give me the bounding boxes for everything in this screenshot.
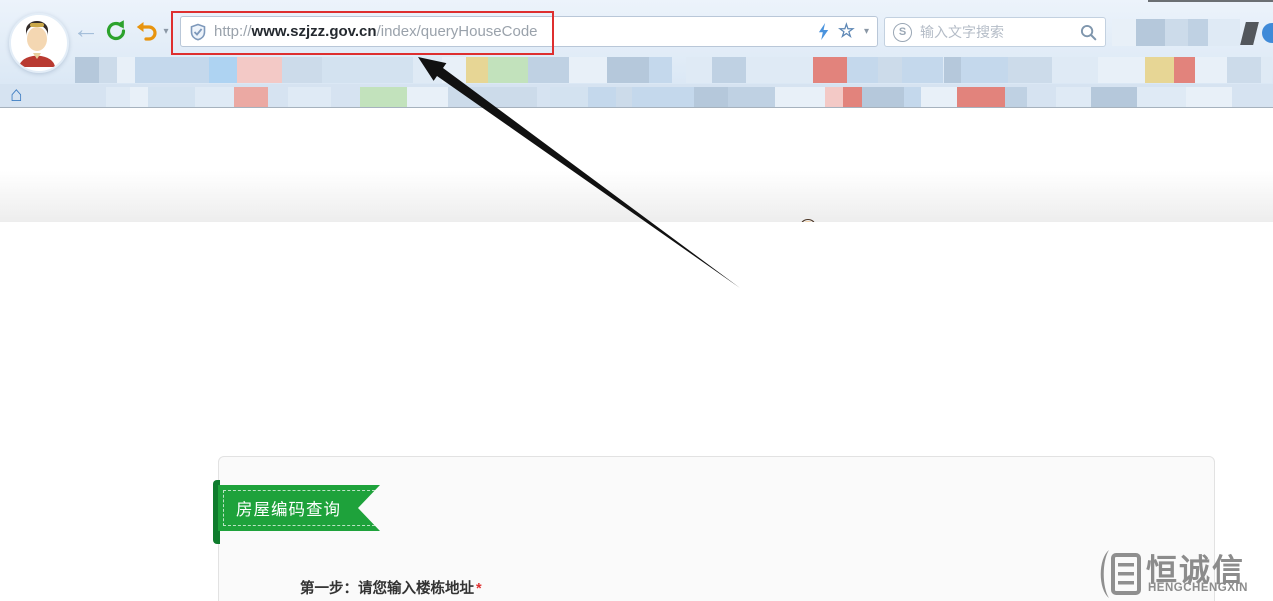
redacted-tabs-area (106, 87, 1246, 107)
chevron-down-icon[interactable]: ▾ (864, 26, 869, 37)
browser-toolbar: ← ▾ http://www.szjzz.gov.cn/index/queryH… (0, 0, 1273, 84)
search-engine-icon: S (893, 23, 912, 42)
search-icon[interactable] (1080, 24, 1097, 41)
toolbar-extension-icon[interactable] (1262, 23, 1273, 43)
page-content: 房屋编码查询 第一步：请您输入楼栋地址* 请选区域 ▼ ▼ 搜索楼栋 下一步 (0, 222, 1273, 601)
bookmark-star-icon[interactable]: ☆ (838, 22, 855, 41)
profile-avatar-icon (11, 15, 63, 67)
address-bar-actions: ☆ ▾ (815, 22, 869, 41)
step-label-text: 第一步：请您输入楼栋地址 (300, 581, 474, 597)
browser-search-box[interactable]: S 输入文字搜索 (884, 17, 1106, 47)
required-mark: * (476, 581, 482, 597)
lightning-icon[interactable] (815, 22, 829, 41)
site-header: 深圳市公安局｜深圳经济特区居住证服务平台 ShenZhen Municipal … (0, 108, 1273, 223)
background-window-edge (1148, 0, 1273, 2)
section-title: 房屋编码查询 (236, 496, 341, 520)
back-button[interactable]: ← (72, 15, 100, 43)
redacted-dark-block (1240, 22, 1259, 45)
refresh-button[interactable] (103, 18, 129, 44)
browser-profile-avatar[interactable] (9, 13, 69, 73)
watermark-text-en: HENGCHENGXIN (1148, 582, 1248, 594)
search-placeholder: 输入文字搜索 (920, 22, 1004, 42)
screenshot-root: ← ▾ http://www.szjzz.gov.cn/index/queryH… (0, 0, 1273, 601)
redacted-toolbar-area (1112, 19, 1240, 46)
undo-icon (136, 20, 158, 42)
hengchengxin-logo-icon (1096, 549, 1142, 599)
step-label: 第一步：请您输入楼栋地址* (300, 577, 482, 598)
home-icon[interactable]: ⌂ (10, 84, 23, 106)
chevron-down-icon: ▾ (163, 26, 168, 37)
refresh-icon (104, 19, 128, 43)
back-icon: ← (73, 16, 100, 43)
redacted-bookmarks-bar (75, 57, 1272, 83)
url-highlight-box (171, 11, 554, 55)
undo-button[interactable] (135, 19, 159, 43)
section-ribbon: 房屋编码查询 (218, 485, 380, 531)
